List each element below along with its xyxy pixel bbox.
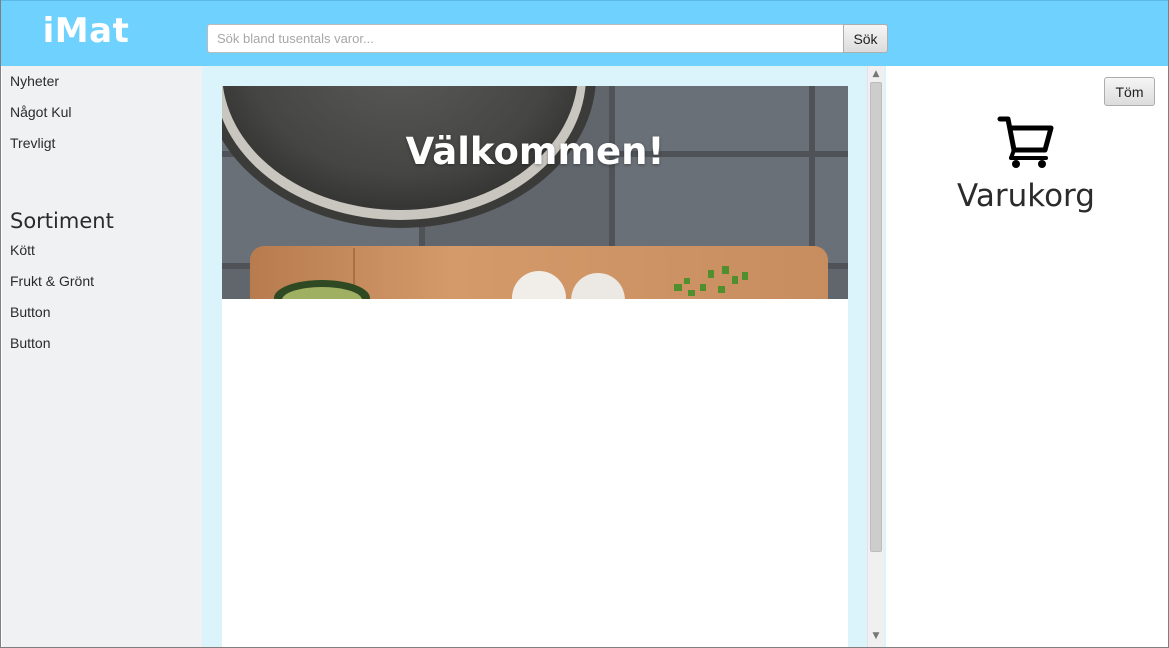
kitchen-photo (222, 86, 848, 299)
app-logo[interactable]: iMat (1, 11, 171, 51)
top-header: iMat Sök (1, 0, 1168, 66)
welcome-banner: Välkommen! (222, 86, 848, 299)
sidebar-item-kott[interactable]: Kött (10, 242, 35, 258)
sidebar: Nyheter Något Kul Trevligt Sortiment Köt… (2, 66, 202, 647)
sidebar-item-frukt-gront[interactable]: Frukt & Grönt (10, 273, 94, 289)
scroll-down-icon[interactable]: ▼ (868, 628, 884, 644)
search-button[interactable]: Sök (843, 24, 888, 53)
shopping-cart-panel: Töm Varukorg (886, 66, 1168, 647)
sidebar-item-trevligt[interactable]: Trevligt (10, 135, 55, 151)
app-window: iMat Sök Nyheter Något Kul Trevligt Sort… (0, 0, 1169, 648)
cart-title: Varukorg (957, 178, 1095, 214)
content-scrollbar[interactable]: ▲ ▼ (867, 66, 884, 647)
scroll-up-icon[interactable]: ▲ (868, 66, 884, 82)
sidebar-item-nagot-kul[interactable]: Något Kul (10, 104, 71, 120)
sidebar-item-button-1[interactable]: Button (10, 304, 50, 320)
content-panel[interactable]: Välkommen! (222, 86, 848, 647)
welcome-title: Välkommen! (405, 130, 665, 173)
search-input[interactable] (207, 24, 844, 53)
shopping-cart-icon[interactable] (997, 114, 1055, 170)
main-content-area: Välkommen! ▲ ▼ (202, 66, 886, 647)
scroll-thumb[interactable] (870, 82, 882, 552)
sortiment-heading: Sortiment (10, 209, 114, 233)
clear-cart-button[interactable]: Töm (1104, 77, 1155, 106)
sidebar-item-nyheter[interactable]: Nyheter (10, 73, 59, 89)
sidebar-item-button-2[interactable]: Button (10, 335, 50, 351)
